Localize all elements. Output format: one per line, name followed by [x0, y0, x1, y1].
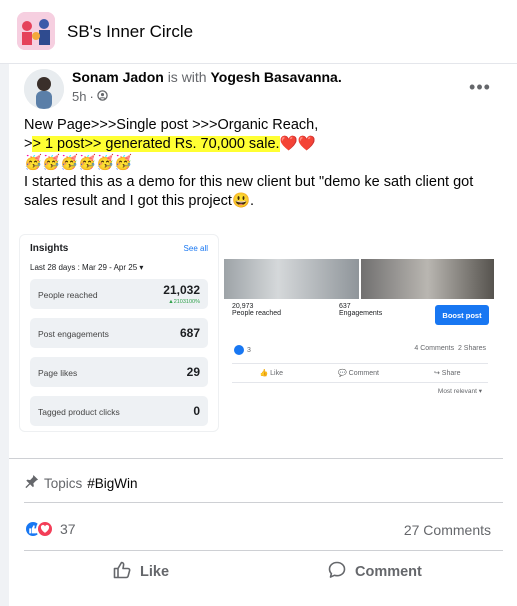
- post-line-4: I started this as a demo for this new cl…: [24, 174, 474, 209]
- embed-comment: 💬 Comment: [337, 370, 379, 377]
- comment-button[interactable]: Comment: [327, 558, 422, 586]
- pin-icon: [24, 474, 39, 492]
- insights-row: People reached 21,032 ▲2103100%: [30, 279, 208, 309]
- comment-icon: [327, 560, 347, 584]
- embed-actions: 👍 Like 💬 Comment ↪ Share: [232, 363, 488, 383]
- like-button[interactable]: Like: [112, 558, 169, 586]
- smile-emoji: 😃.: [231, 193, 255, 209]
- post-body: New Page>>>Single post >>>Organic Reach,…: [24, 116, 504, 211]
- embed-reactions: 3: [234, 345, 251, 355]
- party-emojis: 🥳🥳🥳🥳🥳🥳: [24, 155, 133, 171]
- group-name[interactable]: SB's Inner Circle: [67, 22, 193, 42]
- like-label: Like: [140, 564, 170, 580]
- post-card: Sonam Jadon is with Yogesh Basavanna. 5h…: [9, 64, 517, 606]
- embed-counts: 4 Comments 2 Shares: [414, 345, 486, 352]
- with-text: is with: [167, 69, 207, 85]
- post-author-line: Sonam Jadon is with Yogesh Basavanna.: [72, 69, 342, 85]
- insights-panel: Insights See all Last 28 days : Mar 29 -…: [19, 234, 219, 432]
- insights-title: Insights: [30, 243, 69, 254]
- preview-photo: [361, 259, 494, 299]
- thumbs-up-icon: [112, 560, 132, 584]
- insights-row: Page likes 29: [30, 357, 208, 387]
- heart-emoji: ❤️❤️: [279, 136, 316, 152]
- embed-reach: 20,973 People reached: [232, 303, 282, 317]
- like-reaction-icon: [234, 345, 244, 355]
- post-line-2: >> 1 post>> generated Rs. 70,000 sale.❤️…: [24, 136, 316, 152]
- author-name[interactable]: Sonam Jadon: [72, 69, 164, 85]
- insights-row: Tagged product clicks 0: [30, 396, 208, 426]
- most-relevant: Most relevant ▾: [437, 388, 482, 395]
- comment-label: Comment: [355, 564, 422, 580]
- group-members-icon: [97, 89, 108, 104]
- preview-photo: [224, 259, 359, 299]
- group-header: SB's Inner Circle: [0, 0, 517, 64]
- reactions-count: 37: [60, 521, 76, 537]
- boost-post-button: Boost post: [435, 305, 489, 325]
- see-all-link: See all: [183, 244, 208, 253]
- reaction-summary[interactable]: 37: [24, 520, 76, 538]
- embed-engagements: 637 Engagements: [339, 303, 383, 317]
- topics-label: Topics: [44, 475, 83, 491]
- love-reaction-icon: [36, 520, 54, 538]
- post-line-1: New Page>>>Single post >>>Organic Reach,: [24, 117, 319, 133]
- divider: [24, 550, 503, 551]
- more-options-icon[interactable]: •••: [465, 72, 495, 102]
- divider: [9, 458, 503, 459]
- embed-like: 👍 Like: [259, 370, 283, 377]
- comments-count[interactable]: 27 Comments: [404, 522, 491, 538]
- insights-range: Last 28 days : Mar 29 - Apr 25 ▾: [30, 263, 144, 272]
- group-avatar[interactable]: [17, 12, 55, 50]
- post-image[interactable]: Insights See all Last 28 days : Mar 29 -…: [11, 229, 502, 441]
- embedded-post-preview: 20,973 People reached 637 Engagements Boos…: [224, 259, 494, 399]
- post-actions: Like Comment: [9, 558, 517, 586]
- divider: [24, 502, 503, 503]
- highlighted-text: > 1 post>> generated Rs. 70,000 sale.: [32, 136, 280, 152]
- author-avatar[interactable]: [24, 69, 64, 109]
- post-meta: 5h ·: [72, 89, 108, 104]
- topic-tag[interactable]: #BigWin: [87, 476, 137, 491]
- tagged-name[interactable]: Yogesh Basavanna.: [210, 69, 341, 85]
- post-time[interactable]: 5h: [72, 89, 86, 104]
- embed-share: ↪ Share: [433, 370, 461, 377]
- topics-row: Topics #BigWin: [24, 474, 138, 492]
- insights-row: Post engagements 687: [30, 318, 208, 348]
